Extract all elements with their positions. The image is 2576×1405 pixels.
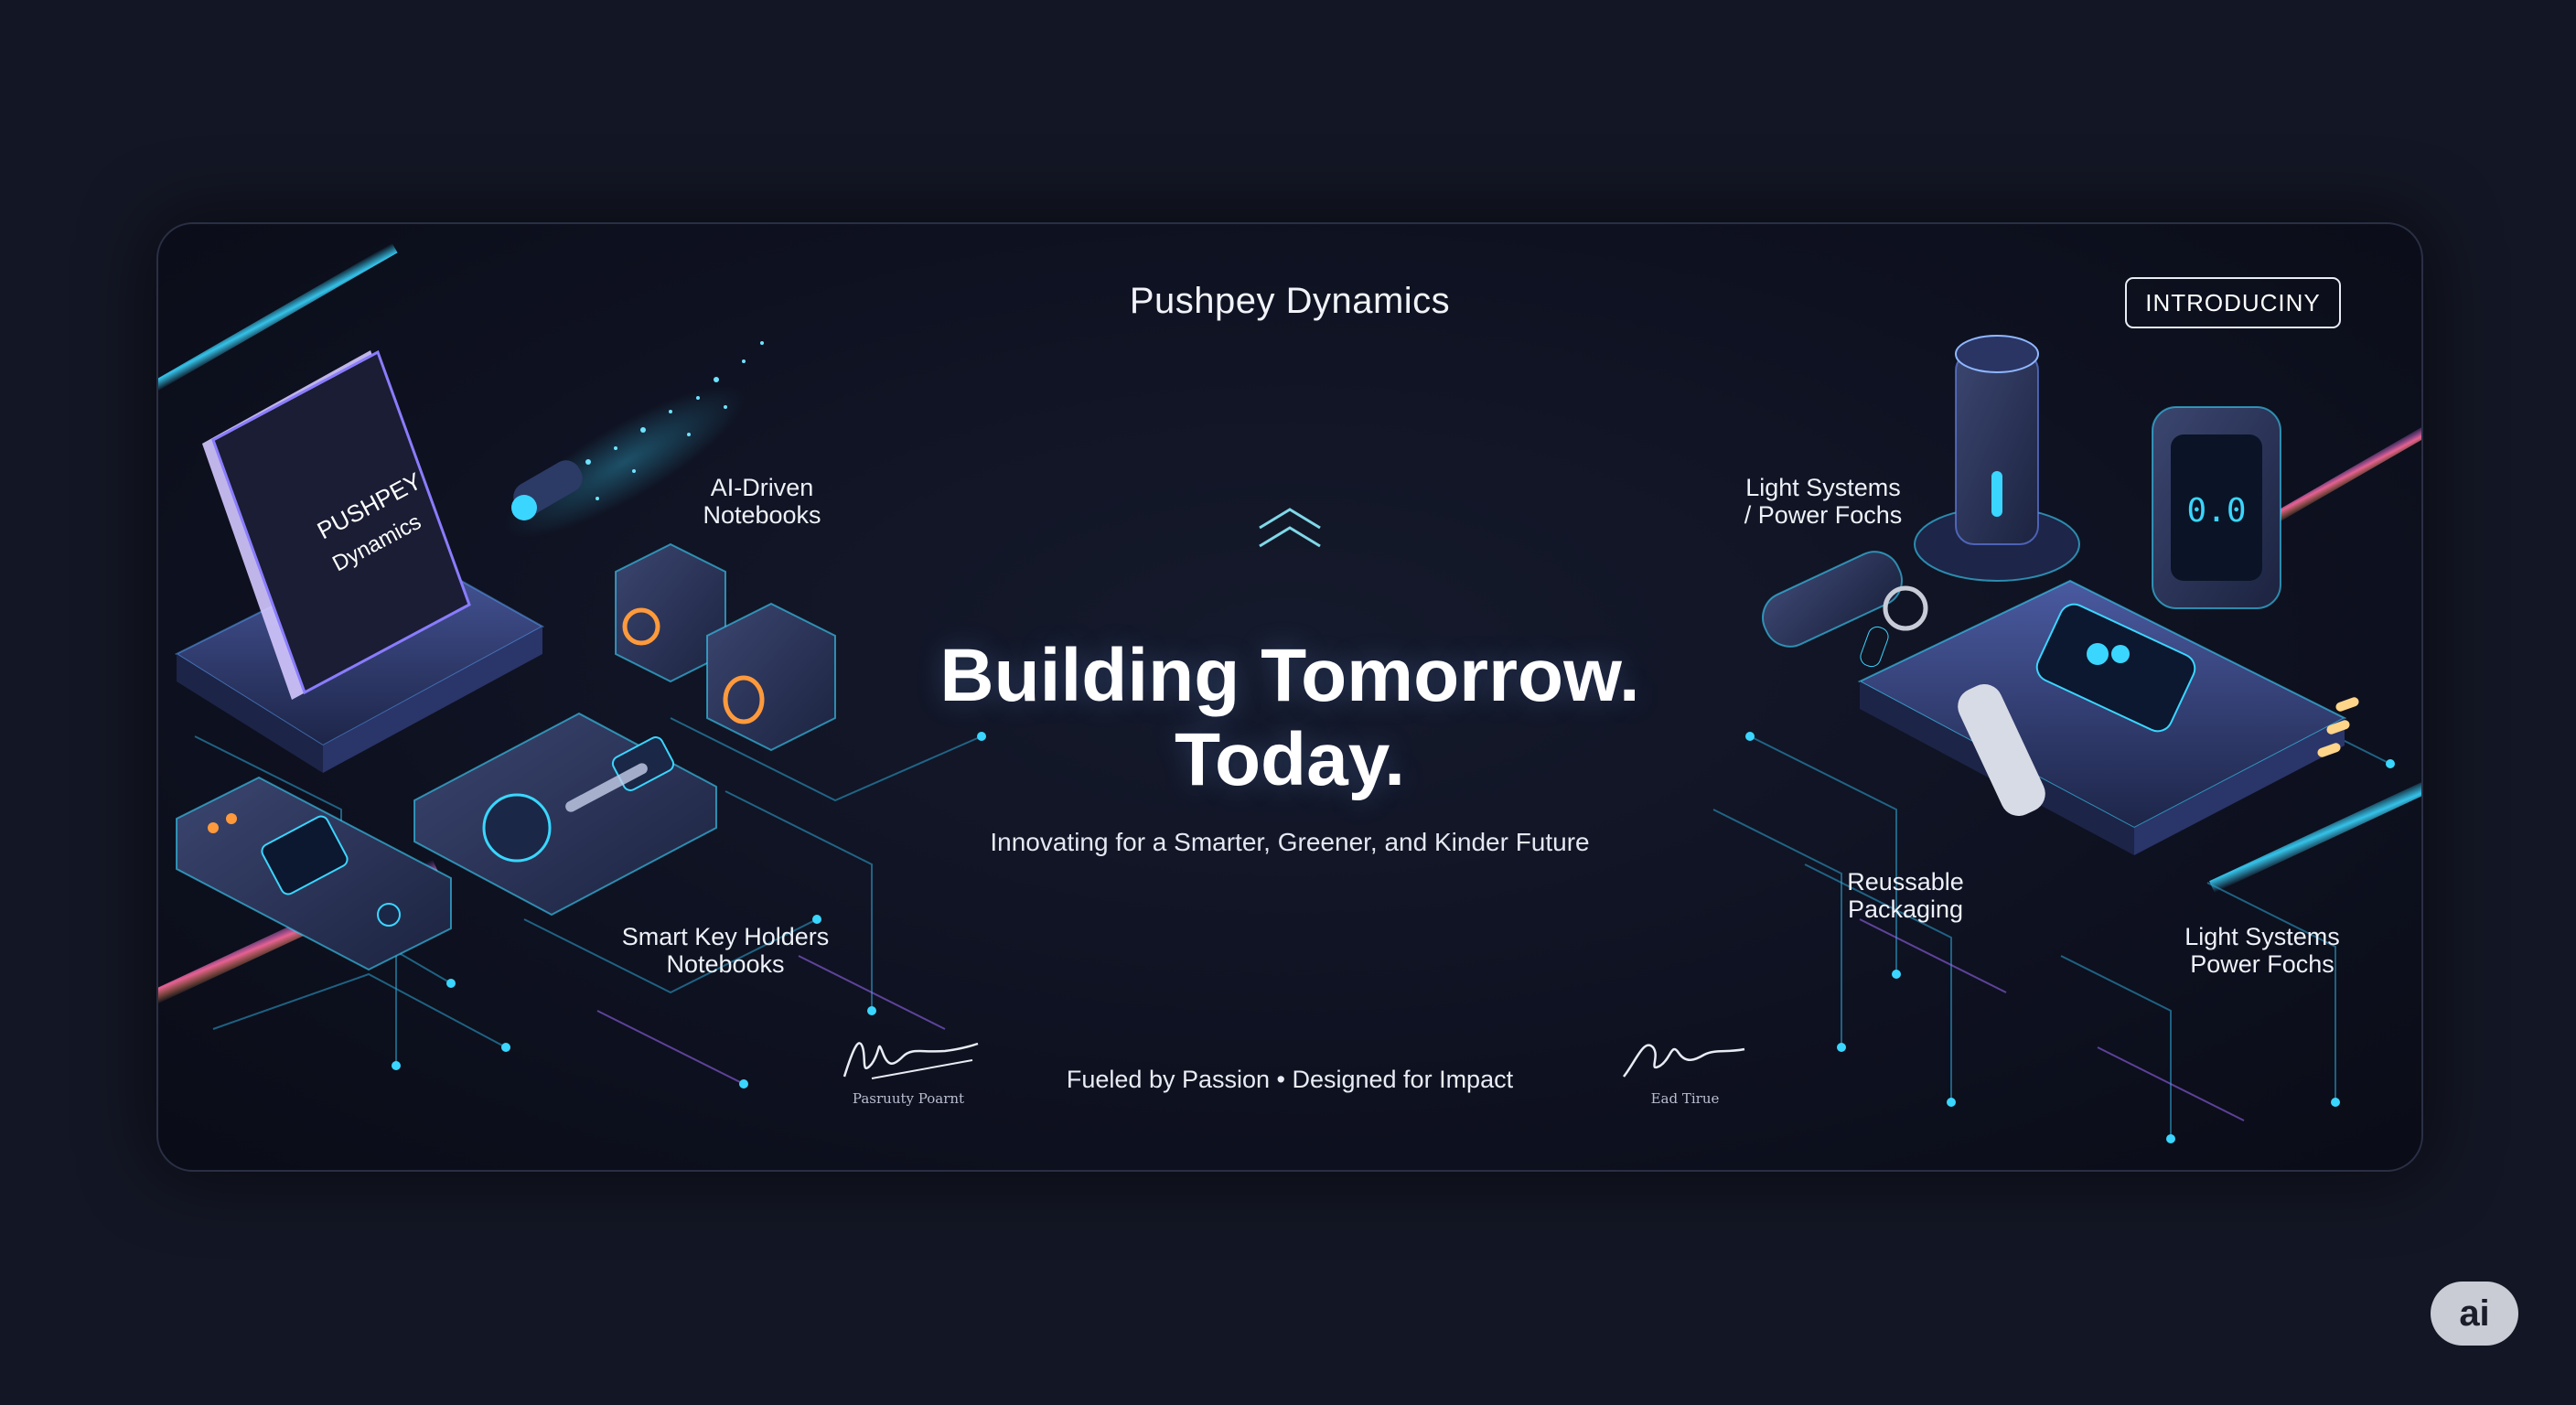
- label-light-systems-bottom-line-2: Power Fochs: [2190, 950, 2334, 978]
- headline: Building Tomorrow. Today.: [158, 634, 2421, 802]
- ai-generated-badge[interactable]: ai: [2431, 1282, 2518, 1346]
- label-reusable-packaging: Reussable Packaging: [1805, 868, 2006, 923]
- label-light-systems-top-line-2: / Power Fochs: [1744, 501, 1903, 529]
- introducing-badge: INTRODUCINY: [2125, 277, 2341, 328]
- label-light-systems-bottom-line-1: Light Systems: [2184, 923, 2340, 950]
- label-ai-notebooks-line-2: Notebooks: [703, 501, 821, 529]
- display-device: 0.0: [2152, 406, 2281, 609]
- cylinder-device: [1914, 335, 2080, 582]
- signature-right-caption: Ead Tirue: [1650, 1090, 1720, 1107]
- footer-tagline: Fueled by Passion • Designed for Impact: [1066, 1066, 1514, 1093]
- subtitle: Innovating for a Smarter, Greener, and K…: [990, 828, 1590, 856]
- label-smart-key-line-2: Notebooks: [666, 950, 785, 978]
- device-readout-text: 0.0: [2186, 492, 2246, 530]
- label-ai-notebooks-line-1: AI-Driven: [710, 474, 814, 501]
- handheld-device: [176, 776, 452, 971]
- signature-right-mark: [1623, 1044, 1745, 1078]
- label-ai-notebooks: AI-Driven Notebooks: [652, 474, 872, 529]
- label-light-systems-bottom: Light Systems Power Fochs: [2143, 923, 2381, 978]
- label-light-systems-top: Light Systems / Power Fochs: [1704, 474, 1942, 529]
- signature-left: Pasruuty Poarnt: [835, 1029, 982, 1107]
- signature-left-caption: Pasruuty Poarnt: [852, 1090, 965, 1107]
- signature-right: Ead Tirue: [1616, 1033, 1754, 1107]
- headline-line-1: Building Tomorrow.: [939, 634, 1640, 717]
- label-light-systems-top-line-1: Light Systems: [1745, 474, 1901, 501]
- particle-beam: [504, 341, 764, 538]
- label-reusable-line-2: Packaging: [1847, 896, 1964, 923]
- label-smart-key-line-1: Smart Key Holders: [621, 923, 830, 950]
- signature-left-mark: [843, 1042, 979, 1079]
- hero-banner: PUSHPEY Dynamics 0.0 Pushpey Dynamics IN…: [156, 222, 2423, 1172]
- label-smart-key-holders: Smart Key Holders Notebooks: [579, 923, 872, 978]
- brand-name: Pushpey Dynamics: [1129, 281, 1451, 321]
- headline-line-2: Today.: [1174, 718, 1406, 801]
- chevron-up-icon: [1259, 508, 1321, 548]
- label-reusable-line-1: Reussable: [1847, 868, 1964, 896]
